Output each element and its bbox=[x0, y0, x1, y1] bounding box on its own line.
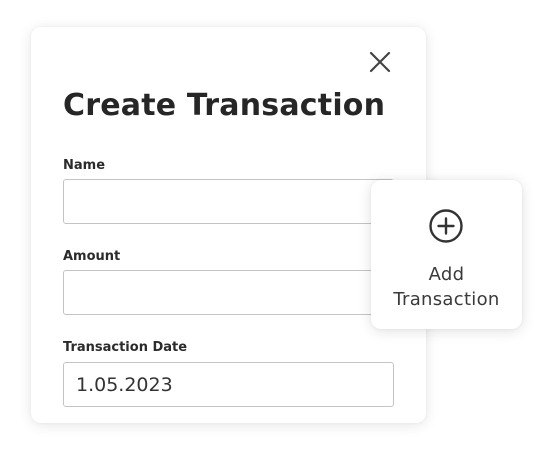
close-icon bbox=[369, 51, 391, 73]
name-label: Name bbox=[63, 158, 106, 173]
close-button[interactable] bbox=[368, 50, 392, 74]
name-input[interactable] bbox=[63, 179, 394, 224]
modal-title: Create Transaction bbox=[63, 88, 386, 123]
create-transaction-modal: Create Transaction Name Amount Transacti… bbox=[31, 27, 426, 423]
add-transaction-label: Add Transaction bbox=[393, 264, 500, 310]
add-transaction-card[interactable]: Add Transaction bbox=[371, 180, 522, 329]
amount-input[interactable] bbox=[63, 270, 394, 315]
amount-label: Amount bbox=[63, 249, 121, 264]
transaction-date-label: Transaction Date bbox=[63, 340, 188, 355]
transaction-date-input[interactable] bbox=[63, 362, 394, 407]
plus-circle-icon bbox=[428, 208, 464, 244]
stage: Create Transaction Name Amount Transacti… bbox=[0, 0, 550, 450]
